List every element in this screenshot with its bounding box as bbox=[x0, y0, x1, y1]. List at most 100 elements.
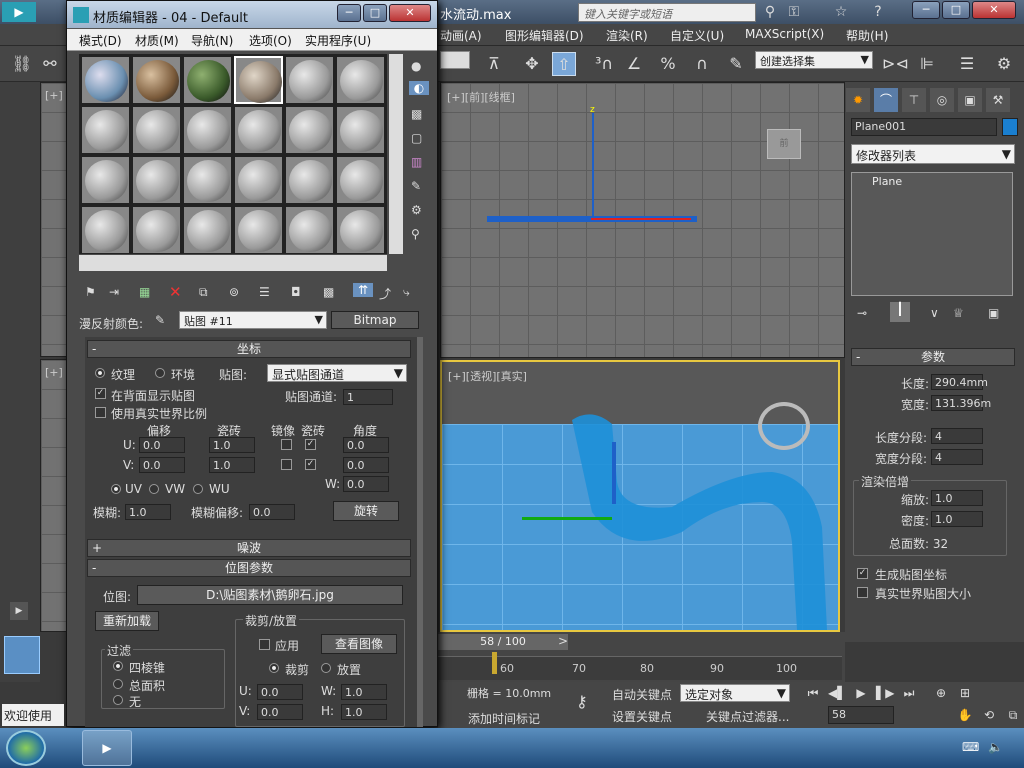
material-slot[interactable] bbox=[183, 56, 232, 104]
u-mirror-checkbox[interactable] bbox=[281, 439, 292, 450]
material-slot[interactable] bbox=[81, 206, 130, 254]
u-offset-field[interactable]: 0.0 bbox=[139, 437, 185, 453]
search-input[interactable]: 键入关键字或短语 bbox=[578, 3, 756, 22]
width-field[interactable]: 131.396m bbox=[931, 395, 991, 411]
blur-field[interactable]: 1.0 bbox=[125, 504, 171, 520]
density-field[interactable]: 1.0 bbox=[931, 511, 983, 527]
taskbar-3dsmax-icon[interactable]: ▶ bbox=[82, 730, 132, 766]
play-icon[interactable]: ▶ bbox=[852, 684, 870, 702]
v-tiling-field[interactable]: 1.0 bbox=[209, 457, 255, 473]
me-toolbar-library[interactable]: ☰ bbox=[259, 285, 270, 299]
auto-key-button[interactable]: 自动关键点 bbox=[612, 686, 672, 703]
material-slot[interactable] bbox=[336, 156, 385, 204]
texture-radio[interactable] bbox=[95, 368, 105, 378]
me-toolbar-assign[interactable]: ▦ bbox=[139, 285, 150, 299]
crop-radio[interactable] bbox=[269, 663, 279, 673]
material-slot[interactable] bbox=[183, 156, 232, 204]
edit-named-sel-icon[interactable]: ✎ bbox=[724, 52, 748, 76]
w-angle-field[interactable]: 0.0 bbox=[343, 476, 389, 492]
object-color-swatch[interactable] bbox=[1002, 118, 1018, 136]
me-toolbar-copy[interactable]: ⧉ bbox=[199, 285, 208, 300]
close-button[interactable]: ✕ bbox=[972, 1, 1016, 19]
maximize-button[interactable]: □ bbox=[942, 1, 970, 19]
summed-area-radio[interactable] bbox=[113, 679, 123, 689]
me-toolbar-go-parent[interactable]: ⤴ bbox=[379, 285, 391, 302]
gizmo-z-axis[interactable] bbox=[592, 113, 594, 218]
snap-3-icon[interactable]: ³∩ bbox=[592, 52, 616, 76]
stack-item-plane[interactable]: Plane bbox=[852, 173, 1012, 190]
menu-graph-editors[interactable]: 图形编辑器(D) bbox=[505, 27, 584, 44]
me-menu-options[interactable]: 选项(O) bbox=[249, 32, 292, 49]
me-menu-mode[interactable]: 模式(D) bbox=[79, 32, 122, 49]
add-time-tag-label[interactable]: 添加时间标记 bbox=[468, 710, 540, 727]
coords-rollout-header[interactable]: - 坐标 bbox=[87, 340, 411, 358]
backlight-icon[interactable]: ◐ bbox=[409, 81, 429, 95]
me-toolbar-show-map[interactable]: ▩ bbox=[323, 285, 334, 299]
uv-tiling-icon[interactable]: ▢ bbox=[411, 131, 422, 145]
hierarchy-tab[interactable]: ⊤ bbox=[902, 88, 926, 112]
material-slot[interactable] bbox=[285, 156, 334, 204]
wu-radio[interactable] bbox=[193, 484, 203, 494]
view-cube[interactable]: 前 bbox=[767, 129, 801, 159]
uv-radio[interactable] bbox=[111, 484, 121, 494]
gen-map-coords-checkbox[interactable]: ✓ bbox=[857, 568, 868, 579]
map-channel-field[interactable]: 1 bbox=[343, 389, 393, 405]
viewport-front[interactable]: [+][前][线框] z 前 bbox=[440, 82, 845, 358]
current-frame-field[interactable]: 58 bbox=[828, 706, 894, 724]
named-selection-set-dropdown[interactable]: 创建选择集 ▼ bbox=[755, 51, 873, 69]
material-slot[interactable] bbox=[183, 206, 232, 254]
utilities-tab[interactable]: ⚒ bbox=[986, 88, 1010, 112]
view-image-button[interactable]: 查看图像 bbox=[321, 634, 397, 654]
configure-sets-icon[interactable]: ▣ bbox=[988, 306, 999, 320]
eyedropper-icon[interactable]: ✎ bbox=[155, 313, 165, 327]
object-name-field[interactable]: Plane001 bbox=[851, 118, 997, 136]
gizmo-persp-x[interactable] bbox=[522, 517, 612, 520]
time-cursor[interactable] bbox=[492, 652, 497, 674]
sample-slots-scrollbar[interactable] bbox=[389, 54, 403, 254]
mapping-dropdown[interactable]: 显式贴图通道 ▼ bbox=[267, 364, 407, 382]
maximize-viewport-icon[interactable]: ⧉ bbox=[1004, 706, 1022, 724]
selected-dropdown[interactable]: 选定对象 ▼ bbox=[680, 684, 790, 702]
length-segs-field[interactable]: 4 bbox=[931, 428, 983, 444]
rotate-button[interactable]: 旋转 bbox=[333, 501, 399, 521]
environ-radio[interactable] bbox=[155, 368, 165, 378]
spinner-snap-icon[interactable]: ∩ bbox=[690, 52, 714, 76]
material-slot[interactable] bbox=[132, 106, 181, 154]
remove-modifier-icon[interactable]: ♕ bbox=[953, 306, 964, 320]
pan-icon[interactable]: ✋ bbox=[956, 706, 974, 724]
real-world-checkbox[interactable] bbox=[857, 587, 868, 598]
keyboard-tray-icon[interactable]: ⌨ bbox=[962, 740, 979, 754]
material-slot[interactable] bbox=[285, 56, 334, 104]
me-toolbar-show-end[interactable]: ⇈ bbox=[353, 283, 373, 297]
material-slot[interactable] bbox=[234, 106, 283, 154]
me-scrollbar[interactable] bbox=[417, 337, 423, 727]
crop-h-field[interactable]: 1.0 bbox=[341, 704, 387, 720]
motion-tab[interactable]: ◎ bbox=[930, 88, 954, 112]
zoom-all-icon[interactable]: ⊞ bbox=[956, 684, 974, 702]
v-angle-field[interactable]: 0.0 bbox=[343, 457, 389, 473]
align-icon[interactable]: ⊫ bbox=[915, 52, 939, 76]
key-mode-icon[interactable]: ⚷ bbox=[576, 692, 588, 711]
select-manipulate-icon[interactable]: ⇧ bbox=[552, 52, 576, 76]
make-unique-icon[interactable]: ∨ bbox=[930, 306, 939, 320]
menu-animation[interactable]: 动画(A) bbox=[440, 27, 482, 44]
move-icon[interactable]: ✥ bbox=[520, 52, 544, 76]
blur-offset-field[interactable]: 0.0 bbox=[249, 504, 295, 520]
pin-stack-icon[interactable]: ⊸ bbox=[857, 306, 867, 320]
create-tab[interactable]: ✹ bbox=[846, 88, 870, 112]
material-slot[interactable] bbox=[285, 106, 334, 154]
v-offset-field[interactable]: 0.0 bbox=[139, 457, 185, 473]
goto-start-icon[interactable]: ⏮ bbox=[804, 684, 822, 702]
percent-snap-icon[interactable]: % bbox=[656, 52, 680, 76]
video-color-icon[interactable]: ▥ bbox=[411, 155, 422, 169]
me-menu-utilities[interactable]: 实用程序(U) bbox=[305, 32, 371, 49]
set-key-button[interactable]: 设置关键点 bbox=[612, 708, 672, 725]
angle-snap-icon[interactable]: ∠ bbox=[622, 52, 646, 76]
ref-coord-dropdown[interactable] bbox=[440, 51, 470, 69]
make-preview-icon[interactable]: ✎ bbox=[411, 179, 421, 193]
render-setup-icon[interactable]: ⚙ bbox=[992, 52, 1016, 76]
zoom-icon[interactable]: ⊕ bbox=[932, 684, 950, 702]
v-mirror-checkbox[interactable] bbox=[281, 459, 292, 470]
material-slot[interactable] bbox=[285, 206, 334, 254]
v-tile-checkbox[interactable]: ✓ bbox=[305, 459, 316, 470]
